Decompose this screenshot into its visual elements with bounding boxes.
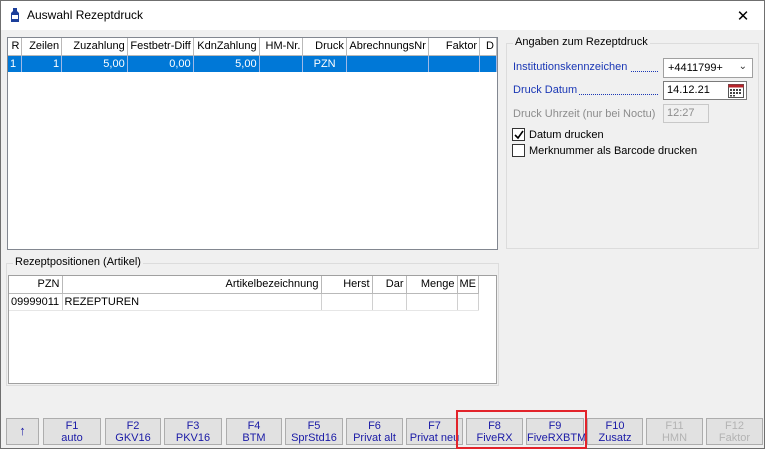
col-menge[interactable]: Menge — [406, 276, 458, 294]
cell-artikelbezeichnung: REZEPTUREN — [62, 293, 322, 311]
cell-abrechnungsnr — [346, 55, 429, 72]
f1-button[interactable]: F1 auto — [43, 418, 101, 445]
col-kdnzahlung[interactable]: KdnZahlung — [193, 38, 260, 56]
druck-datum-label: Druck Datum — [513, 84, 658, 96]
cell-zuzahlung: 5,00 — [61, 55, 128, 72]
checkmark-icon — [513, 130, 524, 139]
chevron-down-icon: ⌄ — [738, 61, 747, 72]
positions-header: PZN Artikelbezeichnung Herst Dar Menge M… — [9, 276, 479, 294]
close-icon: ✕ — [736, 7, 750, 25]
up-arrow-button[interactable]: ↑ — [6, 418, 39, 445]
dialog-window: Auswahl Rezeptdruck ✕ R Zeilen Zuzahlung… — [0, 0, 765, 449]
col-zuzahlung[interactable]: Zuzahlung — [61, 38, 128, 56]
f10-button[interactable]: F10 Zusatz — [587, 418, 643, 445]
f8-button[interactable]: F8 FiveRX — [466, 418, 523, 445]
positions-title: Rezeptpositionen (Artikel) — [13, 256, 143, 268]
print-details-title: Angaben zum Rezeptdruck — [513, 36, 650, 48]
prescription-grid[interactable]: R Zeilen Zuzahlung Festbetr-Diff KdnZahl… — [7, 37, 498, 250]
pharmacy-bottle-icon — [11, 8, 19, 22]
institution-value: +4411799+ — [668, 62, 723, 74]
druck-uhrzeit-label: Druck Uhrzeit (nur bei Noctu) — [513, 108, 656, 120]
cell-dar — [372, 293, 407, 311]
institution-label: Institutionskennzeichen — [513, 61, 658, 73]
f5-button[interactable]: F5 SprStd16 — [285, 418, 343, 445]
cell-r: 1 — [8, 55, 23, 72]
col-abrechnungsnr[interactable]: AbrechnungsNr — [346, 38, 429, 56]
f6-button[interactable]: F6 Privat alt — [346, 418, 403, 445]
cell-kdnzahlung: 5,00 — [193, 55, 260, 72]
merknummer-label: Merknummer als Barcode drucken — [529, 144, 698, 157]
druck-uhrzeit-input: 12:27 — [663, 104, 709, 123]
col-zeilen[interactable]: Zeilen — [21, 38, 63, 56]
f11-button: F11 HMN — [646, 418, 703, 445]
f2-button[interactable]: F2 GKV16 — [105, 418, 161, 445]
merknummer-checkbox-row[interactable]: Merknummer als Barcode drucken — [512, 144, 697, 157]
col-pzn[interactable]: PZN — [9, 276, 63, 294]
col-faktor[interactable]: Faktor — [428, 38, 481, 56]
institution-select[interactable]: +4411799+ ⌄ — [663, 58, 753, 78]
f7-button[interactable]: F7 Privat neu — [406, 418, 463, 445]
col-d[interactable]: D — [479, 38, 497, 56]
merknummer-checkbox[interactable] — [512, 144, 525, 157]
col-hm-nr[interactable]: HM-Nr. — [259, 38, 304, 56]
positions-grid[interactable]: PZN Artikelbezeichnung Herst Dar Menge M… — [8, 275, 497, 384]
f4-button[interactable]: F4 BTM — [226, 418, 282, 445]
col-festbetr-diff[interactable]: Festbetr-Diff — [127, 38, 194, 56]
cell-festbetr-diff: 0,00 — [127, 55, 194, 72]
col-dar[interactable]: Dar — [372, 276, 407, 294]
datum-drucken-checkbox[interactable] — [512, 128, 525, 141]
calendar-icon[interactable] — [728, 84, 744, 98]
title-bar: Auswahl Rezeptdruck ✕ — [1, 1, 764, 30]
col-artikelbezeichnung[interactable]: Artikelbezeichnung — [62, 276, 322, 294]
arrow-up-icon: ↑ — [19, 423, 26, 438]
f12-button: F12 Faktor — [706, 418, 763, 445]
grid-header: R Zeilen Zuzahlung Festbetr-Diff KdnZahl… — [8, 38, 497, 56]
col-druck[interactable]: Druck — [302, 38, 347, 56]
druck-datum-input[interactable]: 14.12.21 — [663, 81, 747, 100]
table-row[interactable]: 1 1 5,00 0,00 5,00 PZN — [8, 55, 497, 72]
cell-menge — [406, 293, 458, 311]
col-me[interactable]: ME — [457, 276, 479, 294]
cell-hm-nr — [259, 55, 304, 72]
cell-faktor — [428, 55, 481, 72]
cell-zeilen: 1 — [21, 55, 63, 72]
cell-me — [457, 293, 479, 311]
datum-drucken-checkbox-row[interactable]: Datum drucken — [512, 128, 604, 141]
col-r[interactable]: R — [8, 38, 23, 56]
datum-drucken-label: Datum drucken — [529, 128, 604, 141]
f3-button[interactable]: F3 PKV16 — [164, 418, 222, 445]
cell-druck: PZN — [302, 55, 347, 72]
cell-pzn: 09999011 — [9, 293, 63, 311]
table-row[interactable]: 09999011 REZEPTUREN — [9, 293, 479, 311]
f9-button[interactable]: F9 FiveRXBTM — [526, 418, 586, 445]
col-herst[interactable]: Herst — [321, 276, 373, 294]
cell-d — [479, 55, 497, 72]
cell-herst — [321, 293, 373, 311]
close-button[interactable]: ✕ — [722, 1, 764, 30]
window-title: Auswahl Rezeptdruck — [27, 8, 144, 22]
